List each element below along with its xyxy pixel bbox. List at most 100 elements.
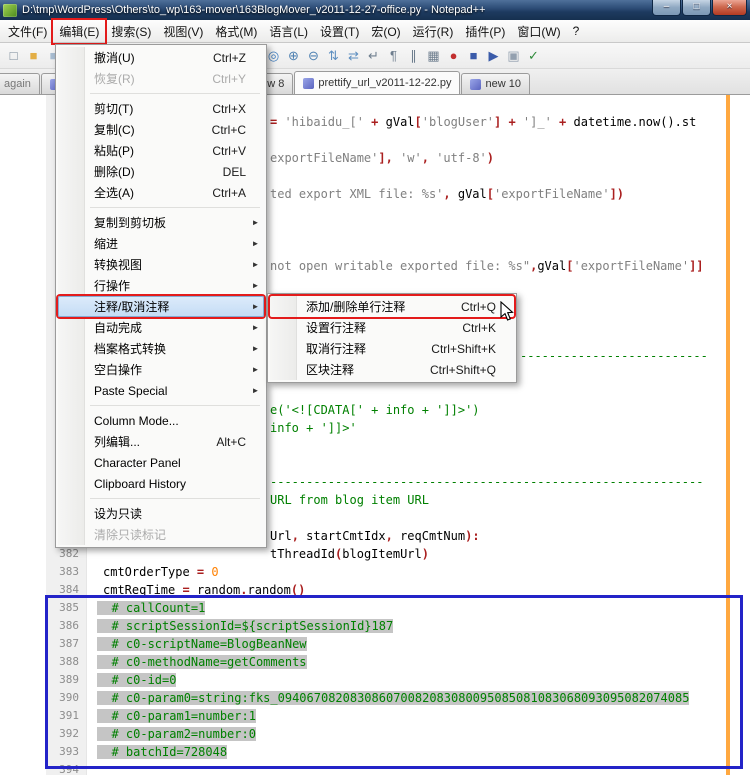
menu-item-redo[interactable]: 恢复(R) Ctrl+Y: [58, 68, 264, 89]
menu-item-paste[interactable]: 粘贴(P) Ctrl+V: [58, 140, 264, 161]
bookmark-margin: [0, 671, 46, 689]
menubar-item-format[interactable]: 格式(M): [209, 20, 263, 43]
menubar-item-language[interactable]: 语言(L): [263, 20, 314, 43]
code-text[interactable]: # c0-id=0: [97, 671, 750, 689]
menubar-item-view[interactable]: 视图(V): [157, 20, 209, 43]
line-number: 388: [46, 653, 86, 671]
menu-item-character-panel[interactable]: Character Panel: [58, 452, 264, 473]
maximize-button[interactable]: □: [682, 0, 711, 16]
submenu-item-set-line-comment[interactable]: 设置行注释 Ctrl+K: [270, 317, 514, 338]
menu-item-select-all[interactable]: 全选(A) Ctrl+A: [58, 182, 264, 203]
code-segment: info + ']]>': [270, 421, 357, 435]
menu-item-cut[interactable]: 剪切(T) Ctrl+X: [58, 98, 264, 119]
save-macro-icon[interactable]: ▣: [504, 46, 523, 65]
menu-item-convert-view[interactable]: 转换视图 ►: [58, 254, 264, 275]
editor-line: 385 # callCount=1: [0, 599, 750, 617]
tab-prettify[interactable]: prettify_url_v2011-12-22.py: [294, 71, 460, 94]
menu-item-label: Column Mode...: [94, 414, 179, 428]
code-text[interactable]: # c0-scriptName=BlogBeanNew: [97, 635, 750, 653]
code-text[interactable]: # scriptSessionId=${scriptSessionId}187: [97, 617, 750, 635]
menu-item-eol-conversion[interactable]: 档案格式转换 ►: [58, 338, 264, 359]
window-title: D:\tmp\WordPress\Others\to_wp\163-mover\…: [22, 4, 485, 16]
menu-item-column-mode[interactable]: Column Mode...: [58, 410, 264, 431]
menu-item-indent[interactable]: 缩进 ►: [58, 233, 264, 254]
stop-macro-icon[interactable]: ■: [464, 46, 483, 65]
menubar-item-window[interactable]: 窗口(W): [511, 20, 566, 43]
menubar-item-plugins[interactable]: 插件(P): [459, 20, 511, 43]
sync-horizontal-icon[interactable]: ⇄: [344, 46, 363, 65]
code-segment: ]]: [689, 259, 703, 273]
menubar-item-settings[interactable]: 设置(T): [314, 20, 365, 43]
menubar-item-macro[interactable]: 宏(O): [365, 20, 406, 43]
code-text[interactable]: # c0-methodName=getComments: [97, 653, 750, 671]
code-text[interactable]: # batchId=728048: [97, 743, 750, 761]
menu-item-label: 自动完成: [94, 319, 142, 336]
code-text[interactable]: # c0-param2=number:0: [97, 725, 750, 743]
fold-margin: [86, 689, 97, 707]
code-text[interactable]: [97, 761, 750, 775]
bookmark-margin: [0, 113, 46, 131]
menu-item-column-editor[interactable]: 列编辑... Alt+C: [58, 431, 264, 452]
menu-item-undo[interactable]: 撤消(U) Ctrl+Z: [58, 47, 264, 68]
menubar-item-run[interactable]: 运行(R): [407, 20, 460, 43]
fold-margin: [86, 635, 97, 653]
code-segment: ): [422, 547, 429, 561]
code-segments: # c0-id=0: [97, 673, 176, 687]
code-text[interactable]: # callCount=1: [97, 599, 750, 617]
menubar-item-edit[interactable]: 编辑(E): [53, 20, 105, 43]
new-file-icon[interactable]: □: [4, 46, 23, 65]
menu-item-paste-special[interactable]: Paste Special ►: [58, 380, 264, 401]
bookmark-margin: [0, 131, 46, 149]
menu-item-copy[interactable]: 复制(C) Ctrl+C: [58, 119, 264, 140]
code-segments: # c0-param1=number:1: [97, 709, 256, 723]
word-wrap-icon[interactable]: ↵: [364, 46, 383, 65]
menubar-item-help[interactable]: ?: [567, 21, 586, 41]
editor-line: 392 # c0-param2=number:0: [0, 725, 750, 743]
code-segments: URL from blog item URL: [270, 493, 429, 507]
code-text[interactable]: # c0-param1=number:1: [97, 707, 750, 725]
doc-map-icon[interactable]: ▦: [424, 46, 443, 65]
menu-item-clear-read-only-flag[interactable]: 清除只读标记: [58, 524, 264, 545]
code-segment: Url: [270, 529, 292, 543]
code-segment: ,: [292, 529, 306, 543]
indent-guide-icon[interactable]: ∥: [404, 46, 423, 65]
submenu-arrow-icon: ►: [251, 239, 260, 248]
menu-item-blank-operations[interactable]: 空白操作 ►: [58, 359, 264, 380]
line-number: 386: [46, 617, 86, 635]
show-all-chars-icon[interactable]: ¶: [384, 46, 403, 65]
menu-item-clipboard-history[interactable]: Clipboard History: [58, 473, 264, 494]
code-segments: ----------------------------------------…: [270, 475, 703, 489]
code-text[interactable]: cmtOrderType = 0: [97, 563, 750, 581]
code-segment: 'exportFileName': [573, 259, 689, 273]
zoom-in-icon[interactable]: ⊕: [284, 46, 303, 65]
menubar-item-search[interactable]: 搜索(S): [105, 20, 157, 43]
record-macro-icon[interactable]: ●: [444, 46, 463, 65]
title-bar[interactable]: D:\tmp\WordPress\Others\to_wp\163-mover\…: [0, 0, 750, 20]
spell-check-icon[interactable]: ✓: [524, 46, 543, 65]
zoom-out-icon[interactable]: ⊖: [304, 46, 323, 65]
submenu-item-block-comment[interactable]: 区块注释 Ctrl+Shift+Q: [270, 359, 514, 380]
menu-item-label: 删除(D): [94, 163, 135, 180]
menubar-item-file[interactable]: 文件(F): [2, 20, 53, 43]
play-macro-icon[interactable]: ▶: [484, 46, 503, 65]
menu-item-auto-completion[interactable]: 自动完成 ►: [58, 317, 264, 338]
sync-vertical-icon[interactable]: ⇅: [324, 46, 343, 65]
code-segment: 'w': [400, 151, 422, 165]
open-folder-icon[interactable]: ■: [24, 46, 43, 65]
menu-item-set-read-only[interactable]: 设为只读: [58, 503, 264, 524]
code-text[interactable]: cmtReqTime = random.random(): [97, 581, 750, 599]
minimize-button[interactable]: –: [652, 0, 681, 16]
menu-item-comment-uncomment[interactable]: 注释/取消注释 ►: [58, 296, 264, 317]
submenu-item-remove-line-comment[interactable]: 取消行注释 Ctrl+Shift+K: [270, 338, 514, 359]
code-text[interactable]: # c0-param0=string:fks_09406708208308607…: [97, 689, 750, 707]
tab-new-10[interactable]: new 10: [461, 73, 529, 94]
menu-item-copy-to-clipboard[interactable]: 复制到剪切板 ►: [58, 212, 264, 233]
bookmark-margin: [0, 635, 46, 653]
bookmark-margin: [0, 419, 46, 437]
tab-again[interactable]: again: [0, 73, 40, 94]
menu-item-delete[interactable]: 删除(D) DEL: [58, 161, 264, 182]
code-segment: +: [364, 115, 386, 129]
close-button[interactable]: ×: [712, 0, 747, 16]
submenu-item-toggle-single-line-comment[interactable]: 添加/删除单行注释 Ctrl+Q: [270, 296, 514, 317]
menu-item-line-operations[interactable]: 行操作 ►: [58, 275, 264, 296]
